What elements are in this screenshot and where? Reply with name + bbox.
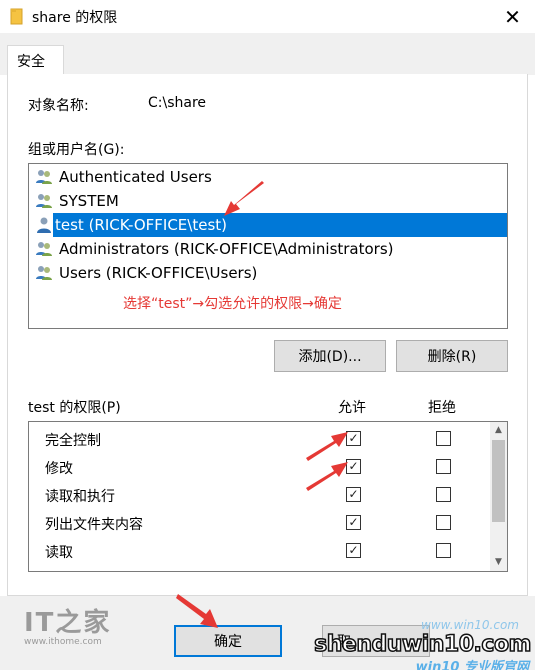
list-item-label: test (RICK-OFFICE\test) <box>55 216 227 234</box>
allow-checkbox[interactable]: ✓ <box>346 515 361 530</box>
permission-name: 读取和执行 <box>45 489 115 505</box>
permission-row-read: 读取 ✓ <box>29 536 485 564</box>
list-item-system[interactable]: SYSTEM <box>29 189 507 213</box>
tab-security[interactable]: 安全 <box>7 45 64 76</box>
permission-row-list-folder: 列出文件夹内容 ✓ <box>29 508 485 536</box>
permissions-label: test 的权限(P) <box>28 400 121 416</box>
list-item-authenticated-users[interactable]: Authenticated Users <box>29 165 507 189</box>
faint-watermark-text: www.win10.com <box>421 618 519 632</box>
close-button[interactable]: ✕ <box>490 0 535 33</box>
deny-checkbox[interactable] <box>436 487 451 502</box>
allow-checkbox[interactable]: ✓ <box>346 543 361 558</box>
tab-strip: 安全 <box>0 33 535 76</box>
object-name-value: C:\share <box>148 95 207 111</box>
permissions-list: 完全控制 ✓ 修改 ✓ 读取和执行 ✓ 列出文件夹内容 ✓ 读取 ✓ ▲ ▼ <box>28 421 508 572</box>
permission-name: 列出文件夹内容 <box>45 517 143 533</box>
list-item-administrators[interactable]: Administrators (RICK-OFFICE\Administrato… <box>29 237 507 261</box>
shenduwin10-watermark: www.win10.com shenduwin10.com win10 专业版官… <box>313 618 535 670</box>
list-item-users[interactable]: Users (RICK-OFFICE\Users) <box>29 261 507 285</box>
deny-checkbox[interactable] <box>436 459 451 474</box>
annotation-arrow-icon <box>306 432 348 461</box>
annotation-arrow-icon <box>224 181 264 216</box>
groups-label: 组或用户名(G): <box>28 142 125 158</box>
permission-row-read-execute: 读取和执行 ✓ <box>29 480 485 508</box>
folder-icon <box>10 8 23 25</box>
watermark-tagline: win10 专业版官网 <box>415 660 529 670</box>
permission-name: 修改 <box>45 461 73 477</box>
annotation-arrow-icon <box>306 462 348 491</box>
deny-checkbox[interactable] <box>436 543 451 558</box>
window-title: share 的权限 <box>32 10 118 26</box>
scroll-down-icon[interactable]: ▼ <box>490 554 507 571</box>
list-item-label: SYSTEM <box>59 192 119 210</box>
user-group-icon <box>36 194 52 208</box>
allow-column-header: 允许 <box>338 400 366 416</box>
permission-row-full-control: 完全控制 ✓ <box>29 424 485 452</box>
list-item-label: Users (RICK-OFFICE\Users) <box>59 264 258 282</box>
user-group-icon <box>36 170 52 184</box>
watermark-site: shenduwin10.com <box>313 631 532 658</box>
ithome-watermark: IT之家 www.ithome.com <box>24 602 111 647</box>
user-group-icon <box>36 242 52 256</box>
deny-column-header: 拒绝 <box>428 400 456 416</box>
list-item-test[interactable]: test (RICK-OFFICE\test) <box>53 213 507 237</box>
add-button[interactable]: 添加(D)... <box>274 340 386 372</box>
user-icon <box>37 217 51 233</box>
list-item-label: Authenticated Users <box>59 168 212 186</box>
scrollbar-thumb[interactable] <box>492 440 505 522</box>
object-name-label: 对象名称: <box>28 98 89 114</box>
title-bar: share 的权限 ✕ <box>0 0 535 33</box>
permission-name: 读取 <box>45 545 73 561</box>
ithome-logo: IT之家 <box>24 608 112 638</box>
user-group-icon <box>36 266 52 280</box>
deny-checkbox[interactable] <box>436 431 451 446</box>
ithome-url: www.ithome.com <box>24 637 102 647</box>
permissions-scrollbar[interactable]: ▲ ▼ <box>490 422 507 571</box>
instruction-annotation: 选择“test”→勾选允许的权限→确定 <box>123 296 342 312</box>
permission-name: 完全控制 <box>45 433 101 449</box>
scroll-up-icon[interactable]: ▲ <box>490 422 507 439</box>
remove-button[interactable]: 删除(R) <box>396 340 508 372</box>
annotation-arrow-icon <box>176 594 218 628</box>
permission-row-modify: 修改 ✓ <box>29 452 485 480</box>
list-item-label: Administrators (RICK-OFFICE\Administrato… <box>59 240 394 258</box>
deny-checkbox[interactable] <box>436 515 451 530</box>
